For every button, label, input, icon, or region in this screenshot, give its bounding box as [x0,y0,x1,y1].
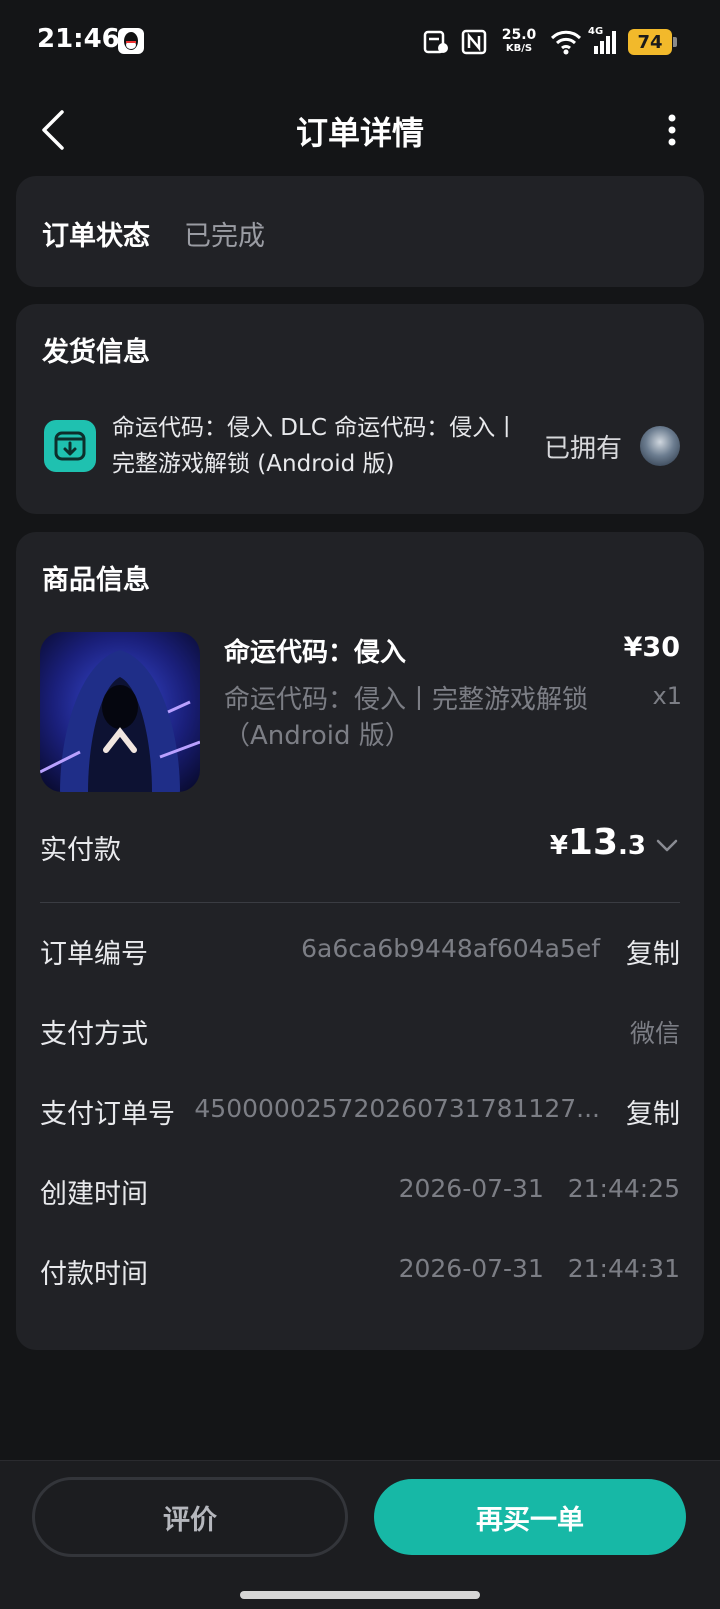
paid-amount-label: 实付款 [40,835,121,866]
order-number-row: 订单编号 6a6ca6b9448af604a5ef 复制 [40,932,680,972]
signal-icon: 4G [588,26,618,56]
payment-order-row: 支付订单号 45000002572026073178112​7... 复制 [40,1092,680,1132]
review-button[interactable]: 评价 [32,1477,348,1557]
page-title: 订单详情 [295,114,424,152]
goods-info-card: 商品信息 命运代码：侵入 ¥30 命运代码：侵入丨完整游戏解锁（Android … [16,532,704,1350]
home-indicator[interactable] [240,1591,480,1599]
status-time: 21:46 [37,24,120,54]
goods-info-title: 商品信息 [42,565,150,596]
owned-label: 已拥有 [544,434,623,464]
game-cover-image[interactable] [40,632,200,792]
bottom-action-bar: 评价 再买一单 [0,1460,720,1609]
paid-time-row: 付款时间 2026-07-31 21:44:31 [40,1252,680,1292]
created-time-value: 2026-07-31 21:44:25 [398,1174,680,1203]
rebuy-button[interactable]: 再买一单 [374,1479,686,1555]
order-status-label: 订单状态 [42,221,150,252]
goods-quantity: x1 [652,682,682,710]
order-number-value: 6a6ca6b9448af604a5ef [301,934,600,963]
paid-time-value: 2026-07-31 21:44:31 [398,1254,680,1283]
goods-price: ¥30 [623,632,680,663]
shipping-item-name[interactable]: 命运代码：侵入 DLC 命运代码：侵入丨完整游戏解锁 (Android 版) [112,410,532,482]
paid-time-label: 付款时间 [40,1259,148,1290]
no-sim-card-icon [422,28,450,56]
order-status-value: 已完成 [184,221,265,252]
copy-order-number-button[interactable]: 复制 [626,932,680,971]
qq-app-icon [118,28,144,54]
order-number-label: 订单编号 [40,939,148,970]
battery-indicator: 74 [628,29,677,55]
payment-method-row: 支付方式 微信 [40,1012,680,1052]
divider [40,902,680,903]
nfc-icon [460,28,488,56]
created-time-label: 创建时间 [40,1179,148,1210]
avatar [640,426,680,466]
payment-order-label: 支付订单号 [40,1099,175,1130]
paid-amount[interactable]: ¥13.3 [550,822,646,863]
goods-sku: 命运代码：侵入丨完整游戏解锁（Android 版） [224,685,589,751]
payment-method-label: 支付方式 [40,1019,148,1050]
more-icon[interactable] [660,110,684,150]
shipping-info-title: 发货信息 [42,337,150,368]
page-header: 订单详情 [0,84,720,174]
copy-payment-order-button[interactable]: 复制 [626,1092,680,1131]
download-box-icon [44,420,96,472]
goods-name[interactable]: 命运代码：侵入 [224,632,406,669]
network-speed: 25.0 KB/S [501,27,537,54]
wifi-icon [550,28,582,56]
payment-order-value: 45000002572026073178112​7... [194,1094,600,1123]
shipping-info-card: 发货信息 命运代码：侵入 DLC 命运代码：侵入丨完整游戏解锁 (Android… [16,304,704,514]
status-bar: 21:46 25.0 KB/S 4G 74 [0,0,720,84]
chevron-down-icon[interactable] [654,834,680,856]
created-time-row: 创建时间 2026-07-31 21:44:25 [40,1172,680,1212]
payment-method-value: 微信 [629,1019,680,1048]
order-status-card: 订单状态 已完成 [16,176,704,287]
